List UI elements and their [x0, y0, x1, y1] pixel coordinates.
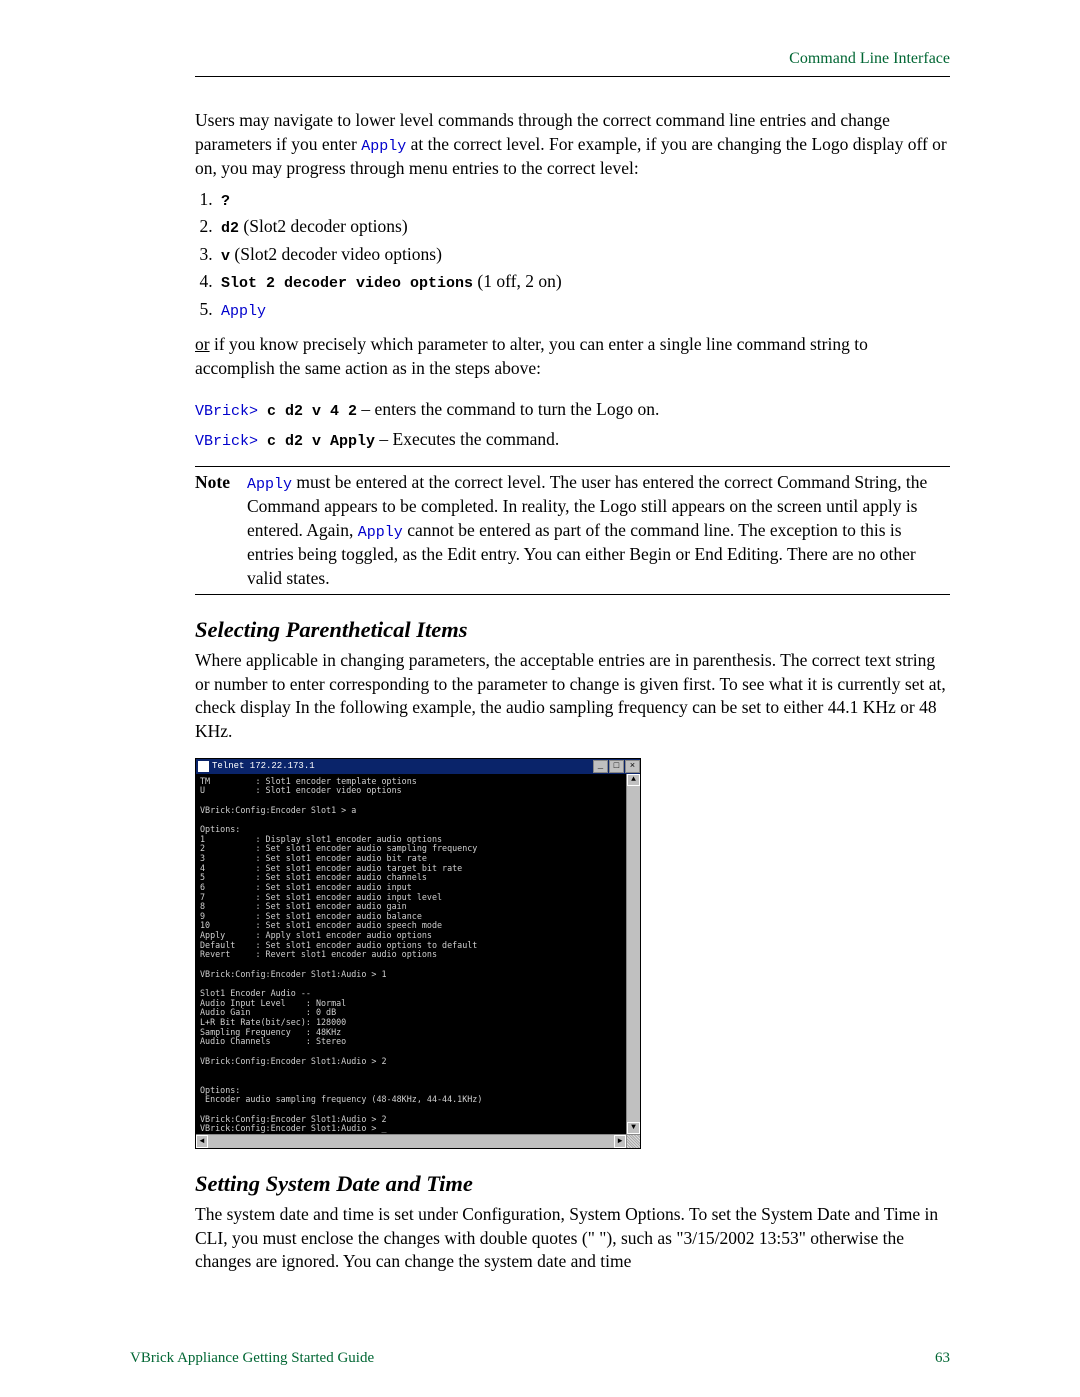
header-rule: [195, 76, 950, 77]
prompt-2: VBrick>: [195, 433, 258, 450]
step-4-cmd: Slot 2 decoder video options: [221, 275, 473, 292]
step-2-desc: (Slot2 decoder options): [239, 216, 408, 236]
step-2: d2 (Slot2 decoder options): [217, 213, 950, 241]
telnet-title-text: Telnet 172.22.173.1: [212, 761, 315, 771]
note-block: Note Apply must be entered at the correc…: [195, 471, 950, 590]
resize-grip-icon[interactable]: [626, 1135, 640, 1148]
cmd-2-desc: – Executes the command.: [375, 429, 559, 449]
telnet-output: TM : Slot1 encoder template options U : …: [196, 774, 626, 1134]
scroll-up-arrow-icon[interactable]: ▲: [627, 774, 640, 786]
cmd-2: c d2 v Apply: [258, 433, 375, 450]
telnet-window: Telnet 172.22.173.1 _ □ × TM : Slot1 enc…: [195, 758, 641, 1149]
maximize-button[interactable]: □: [609, 760, 624, 773]
vscroll-track[interactable]: [627, 786, 640, 1122]
note-apply-2: Apply: [358, 524, 403, 541]
intro-paragraph: Users may navigate to lower level comman…: [195, 109, 950, 181]
telnet-app-icon: [198, 761, 209, 772]
step-5-cmd: Apply: [221, 303, 266, 320]
step-1-cmd: ?: [221, 193, 230, 210]
footer-left: VBrick Appliance Getting Started Guide: [130, 1350, 374, 1367]
footer-page-number: 63: [935, 1350, 950, 1367]
step-3-cmd: v: [221, 248, 230, 265]
scroll-right-arrow-icon[interactable]: ►: [614, 1135, 626, 1148]
note-rule-bottom: [195, 594, 950, 595]
step-3: v (Slot2 decoder video options): [217, 241, 950, 269]
cmd-1-desc: – enters the command to turn the Logo on…: [357, 399, 659, 419]
vertical-scrollbar[interactable]: ▲ ▼: [626, 774, 640, 1134]
step-4-desc: (1 off, 2 on): [473, 271, 562, 291]
hscroll-track[interactable]: [208, 1135, 614, 1148]
close-button[interactable]: ×: [625, 760, 640, 773]
horizontal-scrollbar[interactable]: ◄ ►: [196, 1134, 640, 1148]
note-label: Note: [195, 471, 247, 590]
page-footer: VBrick Appliance Getting Started Guide 6…: [130, 1350, 950, 1367]
step-2-cmd: d2: [221, 220, 239, 237]
cmd-line-1: VBrick> c d2 v 4 2 – enters the command …: [195, 398, 950, 422]
cmd-1: c d2 v 4 2: [258, 403, 357, 420]
note-body: Apply must be entered at the correct lev…: [247, 471, 950, 590]
telnet-titlebar[interactable]: Telnet 172.22.173.1 _ □ ×: [196, 759, 640, 774]
section-body-parenthetical: Where applicable in changing parameters,…: [195, 649, 950, 744]
steps-list: ? d2 (Slot2 decoder options) v (Slot2 de…: [195, 186, 950, 324]
cmd-line-2: VBrick> c d2 v Apply – Executes the comm…: [195, 428, 950, 452]
alt-or: or: [195, 334, 210, 354]
page-header-right: Command Line Interface: [195, 50, 950, 68]
prompt-1: VBrick>: [195, 403, 258, 420]
step-1: ?: [217, 186, 950, 214]
alt-paragraph: or if you know precisely which parameter…: [195, 333, 950, 380]
minimize-button[interactable]: _: [593, 760, 608, 773]
section-title-parenthetical: Selecting Parenthetical Items: [195, 617, 950, 643]
section-title-datetime: Setting System Date and Time: [195, 1171, 950, 1197]
step-5: Apply: [217, 296, 950, 324]
scroll-left-arrow-icon[interactable]: ◄: [196, 1135, 208, 1148]
step-4: Slot 2 decoder video options (1 off, 2 o…: [217, 268, 950, 296]
apply-inline-1: Apply: [361, 138, 406, 155]
scroll-down-arrow-icon[interactable]: ▼: [627, 1122, 640, 1134]
note-rule-top: [195, 466, 950, 467]
section-body-datetime: The system date and time is set under Co…: [195, 1203, 950, 1274]
note-apply-1: Apply: [247, 476, 292, 493]
step-3-desc: (Slot2 decoder video options): [230, 244, 442, 264]
alt-rest: if you know precisely which parameter to…: [195, 334, 868, 378]
